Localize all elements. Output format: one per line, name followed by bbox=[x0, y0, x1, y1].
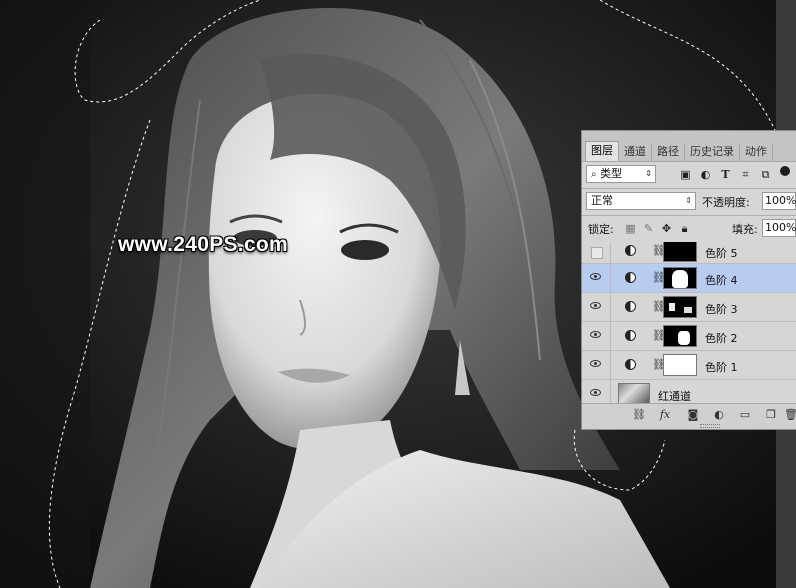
lock-label: 锁定: bbox=[588, 223, 614, 236]
tab-paths[interactable]: 路径 bbox=[652, 143, 685, 161]
search-icon: ⌕ bbox=[591, 169, 597, 180]
visibility-off-icon bbox=[591, 247, 603, 259]
panel-footer: ⛓︎ fx ◙ ◐ ▭ ❐ 🗑︎ bbox=[582, 403, 796, 429]
layer-list: ⛓︎ 色阶 5 ⛓︎ 色阶 4 ⛓︎ 色阶 3 ⛓︎ 色阶 2 ⛓︎ 色阶 1 … bbox=[582, 242, 796, 406]
lock-all-icon[interactable]: 🔒︎ bbox=[678, 222, 691, 235]
new-group-icon[interactable]: ▭ bbox=[738, 408, 752, 422]
new-layer-icon[interactable]: ❐ bbox=[764, 408, 778, 422]
fill-input[interactable]: 100% bbox=[762, 219, 796, 237]
layer-mask-thumbnail[interactable] bbox=[663, 325, 697, 347]
link-icon[interactable]: ⛓︎ bbox=[632, 408, 646, 422]
lock-image-icon[interactable]: ✎ bbox=[642, 222, 655, 235]
adjustment-icon bbox=[625, 245, 636, 256]
visibility-toggle[interactable] bbox=[582, 293, 611, 321]
lock-transparent-icon[interactable]: ▦ bbox=[624, 222, 637, 235]
opacity-label: 不透明度: bbox=[702, 196, 750, 209]
visibility-toggle[interactable] bbox=[582, 264, 611, 292]
filter-row: ⌕ 类型 ⇕ ▣ ◐ T ⌗ ⧉ bbox=[582, 162, 796, 188]
blend-mode-select[interactable]: 正常 ⇕ bbox=[586, 192, 696, 210]
chevron-updown-icon: ⇕ bbox=[685, 196, 692, 205]
new-adjustment-icon[interactable]: ◐ bbox=[712, 408, 726, 422]
layer-mask-thumbnail[interactable] bbox=[663, 242, 697, 262]
tab-channels[interactable]: 通道 bbox=[619, 143, 652, 161]
filter-toggle-icon[interactable] bbox=[780, 166, 790, 176]
mask-shape bbox=[669, 303, 675, 311]
filter-type-icon[interactable]: T bbox=[719, 168, 732, 181]
filter-shape-icon[interactable]: ⌗ bbox=[739, 168, 752, 181]
eye-icon bbox=[590, 302, 601, 309]
layer-name: 色阶 3 bbox=[705, 303, 738, 316]
tab-actions[interactable]: 动作 bbox=[740, 143, 773, 161]
opacity-input[interactable]: 100% bbox=[762, 192, 796, 210]
filter-type-label: 类型 bbox=[600, 167, 623, 180]
panel-tabs: 图层 通道 路径 历史记录 动作 bbox=[582, 131, 796, 162]
tab-history[interactable]: 历史记录 bbox=[685, 143, 740, 161]
adjustment-icon bbox=[625, 330, 636, 341]
adjustment-icon bbox=[625, 301, 636, 312]
chevron-updown-icon: ⇕ bbox=[645, 169, 652, 178]
eye-icon bbox=[590, 389, 601, 396]
layer-name: 色阶 4 bbox=[705, 274, 738, 287]
fx-icon[interactable]: fx bbox=[658, 408, 672, 422]
filter-adjustment-icon[interactable]: ◐ bbox=[699, 168, 712, 181]
eye-icon bbox=[590, 331, 601, 338]
blend-row: 正常 ⇕ 不透明度: 100% bbox=[582, 189, 796, 215]
layer-row-levels-4[interactable]: ⛓︎ 色阶 4 bbox=[582, 264, 796, 293]
mask-shape bbox=[672, 270, 688, 288]
add-mask-icon[interactable]: ◙ bbox=[686, 408, 700, 422]
watermark: www.240PS.com bbox=[118, 233, 289, 256]
filter-type-select[interactable]: ⌕ 类型 ⇕ bbox=[586, 165, 656, 183]
resize-grip[interactable] bbox=[700, 424, 720, 428]
layer-name: 色阶 2 bbox=[705, 332, 738, 345]
visibility-toggle[interactable] bbox=[582, 322, 611, 350]
blend-mode-value: 正常 bbox=[591, 194, 613, 207]
layer-name: 红通道 bbox=[658, 390, 691, 403]
layer-row-levels-3[interactable]: ⛓︎ 色阶 3 bbox=[582, 293, 796, 322]
eye-icon bbox=[590, 273, 601, 280]
filter-smart-object-icon[interactable]: ⧉ bbox=[759, 168, 772, 181]
fill-label: 填充: bbox=[732, 223, 758, 236]
visibility-toggle[interactable] bbox=[582, 242, 611, 263]
adjustment-icon bbox=[625, 272, 636, 283]
layer-mask-thumbnail[interactable] bbox=[663, 267, 697, 289]
eye-icon bbox=[590, 360, 601, 367]
tab-layers[interactable]: 图层 bbox=[585, 141, 619, 161]
layer-row-levels-5[interactable]: ⛓︎ 色阶 5 bbox=[582, 242, 796, 264]
layer-name: 色阶 5 bbox=[705, 247, 738, 260]
lock-row: 锁定: ▦ ✎ ✥ 🔒︎ 填充: 100% bbox=[582, 216, 796, 242]
filter-pixel-icon[interactable]: ▣ bbox=[679, 168, 692, 181]
layer-row-levels-2[interactable]: ⛓︎ 色阶 2 bbox=[582, 322, 796, 351]
lock-position-icon[interactable]: ✥ bbox=[660, 222, 673, 235]
adjustment-icon bbox=[625, 359, 636, 370]
layer-mask-thumbnail[interactable] bbox=[663, 296, 697, 318]
layer-thumbnail bbox=[618, 383, 650, 405]
layer-mask-thumbnail[interactable] bbox=[663, 354, 697, 376]
layer-row-levels-1[interactable]: ⛓︎ 色阶 1 bbox=[582, 351, 796, 380]
layers-panel[interactable]: 图层 通道 路径 历史记录 动作 ⌕ 类型 ⇕ ▣ ◐ T ⌗ ⧉ 正常 ⇕ 不… bbox=[581, 130, 796, 430]
mask-shape bbox=[678, 331, 690, 345]
layer-name: 色阶 1 bbox=[705, 361, 738, 374]
visibility-toggle[interactable] bbox=[582, 351, 611, 379]
mask-shape bbox=[684, 307, 692, 313]
delete-icon[interactable]: 🗑︎ bbox=[784, 408, 796, 422]
